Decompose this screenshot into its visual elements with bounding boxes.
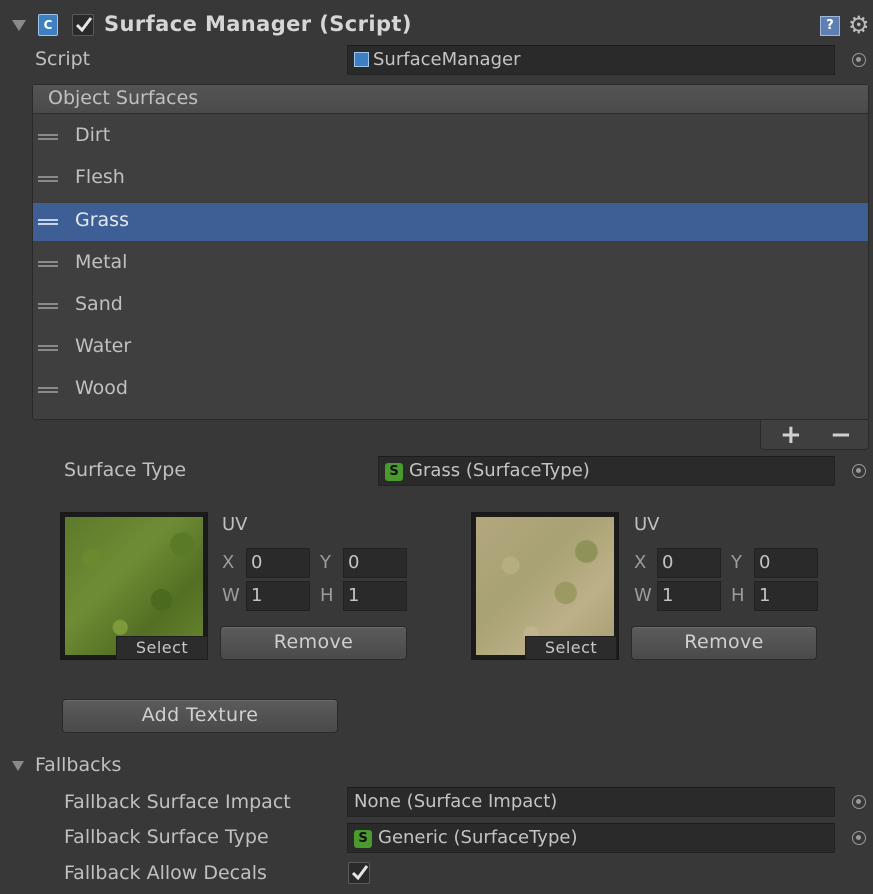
fallback-type-value: Generic (SurfaceType): [378, 827, 578, 848]
gear-icon[interactable]: ⚙: [848, 11, 870, 39]
add-item-button[interactable]: +: [780, 420, 802, 450]
object-picker-icon[interactable]: [852, 795, 866, 809]
drag-handle-icon[interactable]: [38, 134, 58, 140]
drag-handle-icon[interactable]: [38, 261, 58, 267]
list-item-label: Dirt: [75, 124, 111, 146]
remove-item-button[interactable]: −: [830, 420, 852, 450]
list-item-label: Water: [75, 335, 132, 357]
surface-type-value: Grass (SurfaceType): [409, 460, 590, 481]
list-item-sand[interactable]: Sand: [33, 285, 868, 323]
scriptable-object-icon: S: [385, 463, 403, 481]
script-value: SurfaceManager: [373, 49, 521, 70]
uv-w-field[interactable]: 1: [246, 581, 310, 611]
remove-texture-button[interactable]: Remove: [220, 626, 407, 660]
list-item-wood[interactable]: Wood: [33, 369, 868, 407]
y-label: Y: [731, 552, 742, 573]
csharp-script-icon: C: [38, 14, 58, 36]
csharp-file-icon: [354, 52, 369, 67]
list-item-flesh[interactable]: Flesh: [33, 158, 868, 196]
drag-handle-icon[interactable]: [38, 387, 58, 393]
list-item-label: Flesh: [75, 166, 125, 188]
script-label: Script: [35, 48, 91, 70]
fallback-impact-value: None (Surface Impact): [354, 791, 558, 812]
h-label: H: [320, 585, 334, 606]
x-label: X: [634, 552, 647, 573]
list-item-label: Sand: [75, 293, 123, 315]
uv-x-field[interactable]: 0: [246, 548, 310, 578]
list-item-label: Grass: [75, 209, 129, 231]
uv-w-field[interactable]: 1: [657, 581, 721, 611]
fallbacks-foldout-icon[interactable]: [12, 761, 24, 771]
scriptable-object-icon: S: [354, 830, 372, 848]
component-enabled-checkbox[interactable]: [72, 14, 94, 36]
fallback-decals-checkbox[interactable]: [348, 862, 370, 884]
uv-label: UV: [634, 514, 660, 535]
w-label: W: [222, 585, 240, 606]
help-icon[interactable]: ?: [820, 16, 840, 36]
drag-handle-icon[interactable]: [38, 303, 58, 309]
h-label: H: [731, 585, 745, 606]
checkmark-icon: [75, 17, 93, 33]
list-footer: [760, 420, 869, 450]
fallback-impact-label: Fallback Surface Impact: [64, 791, 291, 813]
y-label: Y: [320, 552, 331, 573]
fallback-type-label: Fallback Surface Type: [64, 826, 269, 848]
select-texture-button[interactable]: Select: [116, 636, 208, 660]
drag-handle-icon[interactable]: [38, 345, 58, 351]
select-texture-button[interactable]: Select: [525, 636, 617, 660]
collapse-triangle-icon[interactable]: [12, 20, 26, 31]
uv-h-field[interactable]: 1: [754, 581, 818, 611]
w-label: W: [634, 585, 652, 606]
uv-y-field[interactable]: 0: [343, 548, 407, 578]
drag-handle-icon[interactable]: [38, 219, 58, 225]
list-item-label: Wood: [75, 377, 128, 399]
script-field[interactable]: SurfaceManager: [347, 45, 835, 75]
sand-texture-image: [476, 517, 614, 655]
list-item-metal[interactable]: Metal: [33, 243, 868, 281]
surface-type-field[interactable]: S Grass (SurfaceType): [378, 456, 835, 486]
fallback-type-field[interactable]: S Generic (SurfaceType): [347, 823, 835, 853]
uv-x-field[interactable]: 0: [657, 548, 721, 578]
fallback-impact-field[interactable]: None (Surface Impact): [347, 787, 835, 817]
list-item-dirt[interactable]: Dirt: [33, 116, 868, 154]
list-item-water[interactable]: Water: [33, 327, 868, 365]
list-header-label: Object Surfaces: [48, 87, 199, 109]
checkmark-icon: [351, 865, 369, 881]
uv-h-field[interactable]: 1: [343, 581, 407, 611]
component-title: Surface Manager (Script): [104, 12, 412, 36]
uv-label: UV: [222, 514, 248, 535]
fallbacks-header[interactable]: Fallbacks: [35, 754, 121, 776]
object-picker-icon[interactable]: [852, 53, 866, 67]
uv-y-field[interactable]: 0: [754, 548, 818, 578]
list-item-grass[interactable]: Grass: [33, 203, 868, 241]
object-picker-icon[interactable]: [852, 831, 866, 845]
surface-type-label: Surface Type: [64, 459, 187, 481]
list-item-label: Metal: [75, 251, 128, 273]
x-label: X: [222, 552, 235, 573]
add-texture-button[interactable]: Add Texture: [62, 699, 338, 733]
object-picker-icon[interactable]: [852, 464, 866, 478]
grass-texture-image: [65, 517, 203, 655]
remove-texture-button[interactable]: Remove: [631, 626, 817, 660]
fallback-decals-label: Fallback Allow Decals: [64, 862, 267, 884]
drag-handle-icon[interactable]: [38, 176, 58, 182]
